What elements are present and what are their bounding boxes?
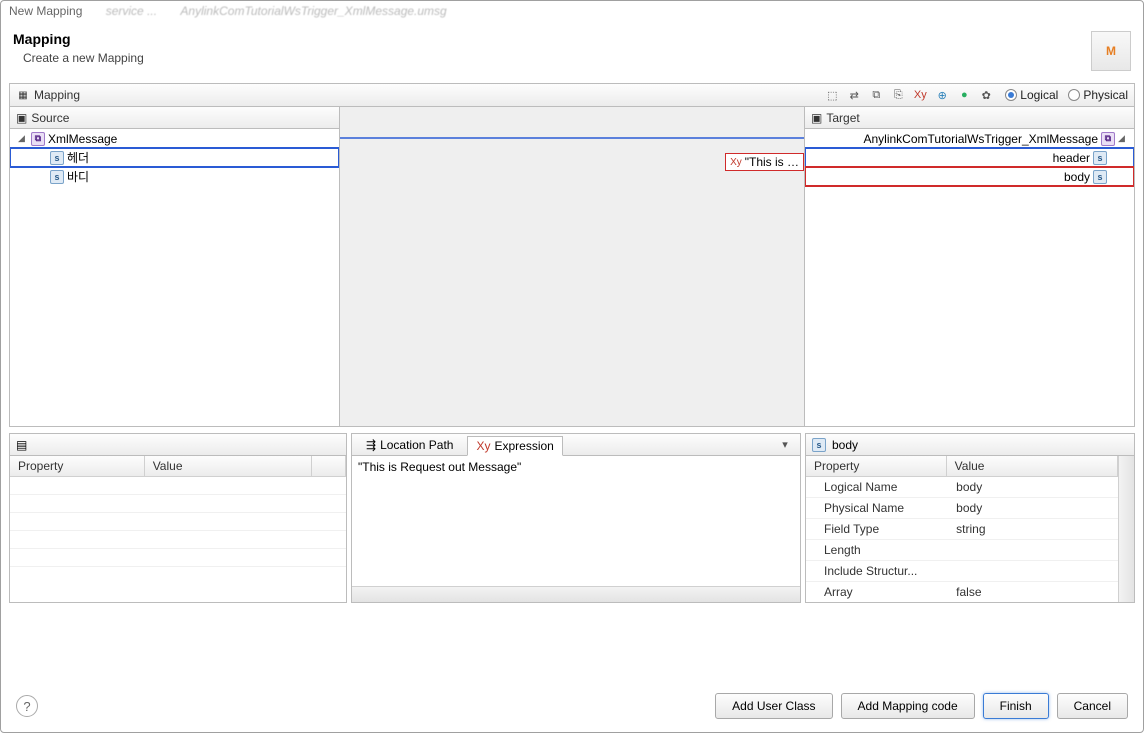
add-mapping-code-button[interactable]: Add Mapping code	[841, 693, 975, 719]
string-type-icon: s	[50, 151, 64, 165]
string-type-icon: s	[50, 170, 64, 184]
target-icon: ▣	[811, 111, 822, 125]
radio-dot-physical	[1068, 89, 1080, 101]
wizard-icon: M	[1091, 31, 1131, 71]
add-user-class-button[interactable]: Add User Class	[715, 693, 832, 719]
finish-button[interactable]: Finish	[983, 693, 1049, 719]
scrollbar-horizontal[interactable]	[352, 586, 800, 602]
toolbar-btn-1[interactable]: ⬚	[823, 86, 841, 104]
mapping-toolbar: ▦ Mapping ⬚ ⇄ ⧉ ⎘ Xy ⊕ ● ✿ Logical Physi…	[9, 83, 1135, 107]
xy-icon: Xy	[476, 439, 490, 453]
radio-physical[interactable]: Physical	[1068, 88, 1128, 102]
right-property-table: Property Value Logical Namebody Physical…	[806, 456, 1118, 602]
mapping-canvas[interactable]: Xy "This is …	[340, 107, 804, 426]
tab-expression[interactable]: Xy Expression	[467, 436, 562, 456]
target-tree[interactable]: AnylinkComTutorialWsTrigger_XmlMessage ⧉…	[805, 129, 1134, 426]
right-property-header: s body	[806, 434, 1134, 456]
mapping-icon: ▦	[16, 88, 30, 102]
toolbar-btn-gear[interactable]: ✿	[977, 86, 995, 104]
toolbar-title: ▦ Mapping	[16, 88, 80, 102]
complex-type-icon: ⧉	[31, 132, 45, 146]
target-field-header[interactable]: header s	[805, 148, 1134, 167]
radio-logical[interactable]: Logical	[1005, 88, 1058, 102]
titlebar: New Mapping service ... AnylinkComTutori…	[1, 1, 1143, 23]
string-type-icon: s	[1093, 170, 1107, 184]
wizard-header: Mapping Create a new Mapping M	[1, 23, 1143, 83]
wizard-footer: ? Add User Class Add Mapping code Finish…	[0, 679, 1144, 733]
toolbar-btn-ok[interactable]: ●	[955, 86, 973, 104]
path-icon: ⇶	[366, 438, 376, 452]
target-panel: ▣ Target AnylinkComTutorialWsTrigger_Xml…	[804, 107, 1134, 426]
scrollbar-vertical[interactable]	[1118, 456, 1134, 602]
source-field-body[interactable]: s 바디	[10, 167, 339, 186]
col-value[interactable]: Value	[144, 456, 312, 477]
xy-icon: Xy	[730, 157, 742, 168]
expression-node[interactable]: Xy "This is …	[725, 153, 804, 171]
tab-location-path[interactable]: ⇶ Location Path	[358, 436, 461, 454]
prop-row[interactable]: Physical Namebody	[806, 498, 1118, 519]
string-type-icon: s	[1093, 151, 1107, 165]
source-tree[interactable]: ◢ ⧉ XmlMessage s 헤더 s 바디	[10, 129, 339, 426]
col-value[interactable]: Value	[946, 456, 1117, 477]
window-title: New Mapping	[9, 4, 82, 18]
col-empty	[312, 456, 346, 477]
prop-row[interactable]: Arrayfalse	[806, 582, 1118, 603]
target-root[interactable]: AnylinkComTutorialWsTrigger_XmlMessage ⧉…	[805, 129, 1134, 148]
prop-row[interactable]: Logical Namebody	[806, 477, 1118, 498]
toolbar-btn-2[interactable]: ⇄	[845, 86, 863, 104]
expander-icon[interactable]: ◢	[18, 133, 28, 144]
toolbar-btn-3[interactable]: ⧉	[867, 86, 885, 104]
source-icon: ▣	[16, 111, 27, 125]
toolbar-btn-globe[interactable]: ⊕	[933, 86, 951, 104]
string-type-icon: s	[812, 438, 826, 452]
cancel-button[interactable]: Cancel	[1057, 693, 1128, 719]
page-title: Mapping	[13, 31, 1091, 47]
prop-row[interactable]: Length	[806, 540, 1118, 561]
background-tab-1: service ...	[106, 4, 157, 18]
source-panel: ▣ Source ◢ ⧉ XmlMessage s 헤더 s 바디	[10, 107, 340, 426]
left-property-header: ▤	[10, 434, 346, 456]
col-property[interactable]: Property	[806, 456, 946, 477]
source-header: ▣ Source	[10, 107, 339, 129]
radio-dot-logical	[1005, 89, 1017, 101]
expander-icon[interactable]: ◢	[1118, 133, 1128, 144]
left-property-panel: ▤ Property Value	[9, 433, 347, 603]
col-property[interactable]: Property	[10, 456, 144, 477]
target-header: ▣ Target	[805, 107, 1134, 129]
help-icon[interactable]: ?	[16, 695, 38, 717]
page-subtitle: Create a new Mapping	[23, 51, 1091, 65]
toolbar-btn-xy[interactable]: Xy	[911, 86, 929, 104]
expression-panel: ⇶ Location Path Xy Expression ▾ "This is…	[351, 433, 801, 603]
expression-editor[interactable]: "This is Request out Message"	[352, 456, 800, 586]
source-root[interactable]: ◢ ⧉ XmlMessage	[10, 129, 339, 148]
dropdown-icon[interactable]: ▾	[776, 436, 794, 454]
background-tab-2: AnylinkComTutorialWsTrigger_XmlMessage.u…	[180, 4, 446, 18]
left-property-table: Property Value	[10, 456, 346, 567]
source-field-header[interactable]: s 헤더	[10, 148, 339, 167]
target-field-body[interactable]: body s	[805, 167, 1134, 186]
prop-row[interactable]: Field Typestring	[806, 519, 1118, 540]
right-property-panel: s body Property Value Logical Namebody P…	[805, 433, 1135, 603]
expression-tabs: ⇶ Location Path Xy Expression ▾	[352, 434, 800, 456]
complex-type-icon: ⧉	[1101, 132, 1115, 146]
toolbar-btn-4[interactable]: ⎘	[889, 86, 907, 104]
grid-icon: ▤	[16, 438, 27, 452]
prop-row[interactable]: Include Structur...	[806, 561, 1118, 582]
